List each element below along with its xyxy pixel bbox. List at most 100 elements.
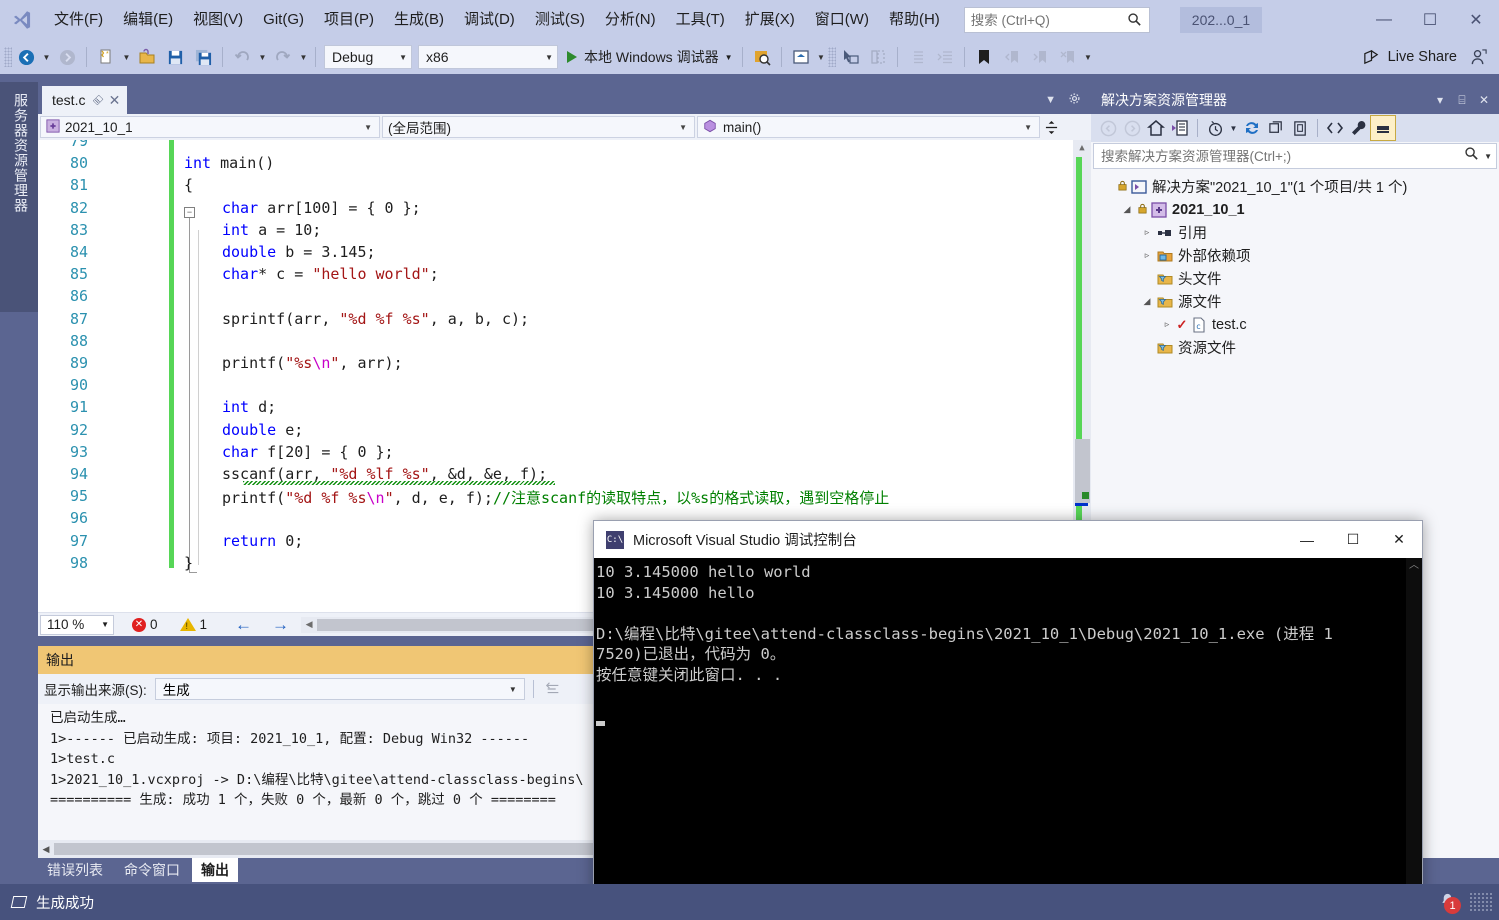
toolbar-overflow-icon[interactable]: ▼ xyxy=(1082,44,1095,70)
scroll-left-arrow-icon[interactable]: ◀ xyxy=(301,619,317,630)
resize-grip-icon[interactable] xyxy=(1469,892,1493,912)
minimize-button[interactable]: — xyxy=(1361,0,1407,40)
new-project-dropdown-icon[interactable]: ▼ xyxy=(120,44,133,70)
collapse-all-icon[interactable] xyxy=(1264,116,1288,140)
forward-icon[interactable] xyxy=(1120,116,1144,140)
tree-node[interactable]: ◢ 源文件 xyxy=(1091,290,1499,313)
preview-selected-items-icon[interactable] xyxy=(1370,115,1396,141)
expander-icon[interactable]: ◢ xyxy=(1139,296,1155,307)
code-line[interactable]: int a = 10; xyxy=(184,221,321,239)
code-line[interactable]: sprintf(arr, "%d %f %s", a, b, c); xyxy=(184,310,529,328)
menu-analyze[interactable]: 分析(N) xyxy=(595,0,666,40)
code-line[interactable]: sscanf(arr, "%d %lf %s", &d, &e, f); xyxy=(184,465,547,483)
menu-project[interactable]: 项目(P) xyxy=(314,0,384,40)
back-icon[interactable] xyxy=(1096,116,1120,140)
bottom-tab[interactable]: 命令窗口 xyxy=(115,858,189,882)
toolbar-grip[interactable] xyxy=(4,47,12,67)
tree-node[interactable]: ▹ 引用 xyxy=(1091,221,1499,244)
menu-edit[interactable]: 编辑(E) xyxy=(113,0,183,40)
pin-icon[interactable]: ⌸ xyxy=(90,92,106,108)
code-line[interactable]: return 0; xyxy=(184,532,303,550)
debug-console-window[interactable]: C:\ Microsoft Visual Studio 调试控制台 — ☐ ✕ … xyxy=(593,520,1423,920)
solution-search-box[interactable]: ▼ xyxy=(1093,143,1497,169)
bottom-tab[interactable]: 错误列表 xyxy=(38,858,112,882)
solution-configuration-combo[interactable]: Debug ▼ xyxy=(324,45,412,69)
select-element-icon[interactable] xyxy=(837,44,863,70)
tab-list-dropdown-icon[interactable]: ▼ xyxy=(1039,94,1062,106)
clear-bookmarks-icon[interactable] xyxy=(1055,44,1081,70)
live-share-button[interactable]: Live Share xyxy=(1355,44,1464,70)
show-all-files-icon[interactable] xyxy=(1288,116,1312,140)
code-line[interactable]: char arr[100] = { 0 }; xyxy=(184,199,421,217)
navigate-back-icon[interactable]: ← xyxy=(225,615,262,635)
code-line[interactable]: } xyxy=(184,554,193,572)
code-line[interactable]: printf("%s\n", arr); xyxy=(184,354,403,372)
increase-indent-icon[interactable] xyxy=(932,44,958,70)
scroll-up-arrow-icon[interactable]: ︿ xyxy=(1406,558,1422,574)
toggle-layout-icon[interactable] xyxy=(865,44,891,70)
navigate-forward-icon[interactable] xyxy=(54,44,80,70)
expander-icon[interactable]: ▹ xyxy=(1139,227,1155,238)
close-icon[interactable]: ✕ xyxy=(1473,93,1495,107)
menu-test[interactable]: 测试(S) xyxy=(525,0,595,40)
toolbar-grip[interactable] xyxy=(827,47,836,67)
code-line[interactable]: int main() xyxy=(184,154,274,172)
solution-platform-combo[interactable]: x86 ▼ xyxy=(418,45,558,69)
namespace-scope-combo[interactable]: (全局范围) ▼ xyxy=(382,116,695,138)
code-line[interactable]: int d; xyxy=(184,398,276,416)
code-line[interactable]: char f[20] = { 0 }; xyxy=(184,443,394,461)
menu-build[interactable]: 生成(B) xyxy=(384,0,454,40)
tree-node[interactable]: 解决方案"2021_10_1"(1 个项目/共 1 个) xyxy=(1091,175,1499,198)
expander-icon[interactable]: ▹ xyxy=(1159,319,1175,330)
clear-output-icon[interactable] xyxy=(542,678,564,700)
console-scrollbar[interactable]: ︿ xyxy=(1406,558,1422,919)
undo-dropdown-icon[interactable]: ▼ xyxy=(256,44,269,70)
close-button[interactable]: ✕ xyxy=(1453,0,1499,40)
editor-settings-gear-icon[interactable] xyxy=(1062,92,1087,108)
tree-node[interactable]: 资源文件 xyxy=(1091,336,1499,359)
menu-tools[interactable]: 工具(T) xyxy=(666,0,735,40)
quick-search-box[interactable] xyxy=(963,7,1150,33)
code-line[interactable]: double e; xyxy=(184,421,303,439)
close-icon[interactable]: ✕ xyxy=(109,92,121,109)
panel-menu-dropdown-icon[interactable]: ▾ xyxy=(1429,93,1451,107)
code-line[interactable]: char* c = "hello world"; xyxy=(184,265,439,283)
tree-node[interactable]: ▹ 外部依赖项 xyxy=(1091,244,1499,267)
preview-window-icon[interactable] xyxy=(788,44,814,70)
menu-file[interactable]: 文件(F) xyxy=(44,0,113,40)
new-project-icon[interactable]: * xyxy=(93,44,119,70)
pending-changes-icon[interactable] xyxy=(1168,116,1192,140)
warning-count-indicator[interactable]: 1 xyxy=(179,617,207,632)
solution-search-input[interactable] xyxy=(1101,148,1465,164)
search-options-chevron-icon[interactable]: ▼ xyxy=(1479,152,1492,161)
search-input[interactable] xyxy=(970,12,1123,28)
save-icon[interactable] xyxy=(162,44,188,70)
output-source-combo[interactable]: 生成 ▼ xyxy=(154,678,525,700)
error-count-indicator[interactable]: ✕ 0 xyxy=(132,617,158,632)
tab-test-c[interactable]: test.c ⌸ ✕ xyxy=(42,86,128,114)
navigate-forward-icon[interactable]: → xyxy=(262,615,299,635)
tree-node[interactable]: ▹ ✓ c test.c xyxy=(1091,313,1499,336)
properties-wrench-icon[interactable] xyxy=(1347,116,1371,140)
view-code-icon[interactable] xyxy=(1323,116,1347,140)
code-line[interactable]: double b = 3.145; xyxy=(184,243,376,261)
split-view-icon[interactable] xyxy=(1042,120,1060,135)
preview-dropdown-icon[interactable]: ▼ xyxy=(815,44,828,70)
console-minimize-button[interactable]: — xyxy=(1284,521,1330,558)
expander-icon[interactable]: ▹ xyxy=(1139,250,1155,261)
open-file-icon[interactable] xyxy=(134,44,160,70)
tree-node[interactable]: 头文件 xyxy=(1091,267,1499,290)
home-icon[interactable] xyxy=(1144,116,1168,140)
save-all-icon[interactable] xyxy=(190,44,216,70)
navigate-backward-icon[interactable] xyxy=(13,44,39,70)
pending-history-clock-icon[interactable] xyxy=(1203,116,1227,140)
previous-bookmark-icon[interactable] xyxy=(999,44,1025,70)
console-maximize-button[interactable]: ☐ xyxy=(1330,521,1376,558)
bottom-tab[interactable]: 输出 xyxy=(192,858,238,882)
redo-icon[interactable] xyxy=(270,44,296,70)
history-dropdown-icon[interactable]: ▼ xyxy=(1227,115,1240,141)
menu-debug[interactable]: 调试(D) xyxy=(454,0,525,40)
menu-extensions[interactable]: 扩展(X) xyxy=(735,0,805,40)
expander-icon[interactable]: ◢ xyxy=(1119,204,1135,215)
attach-to-process-icon[interactable] xyxy=(749,44,775,70)
